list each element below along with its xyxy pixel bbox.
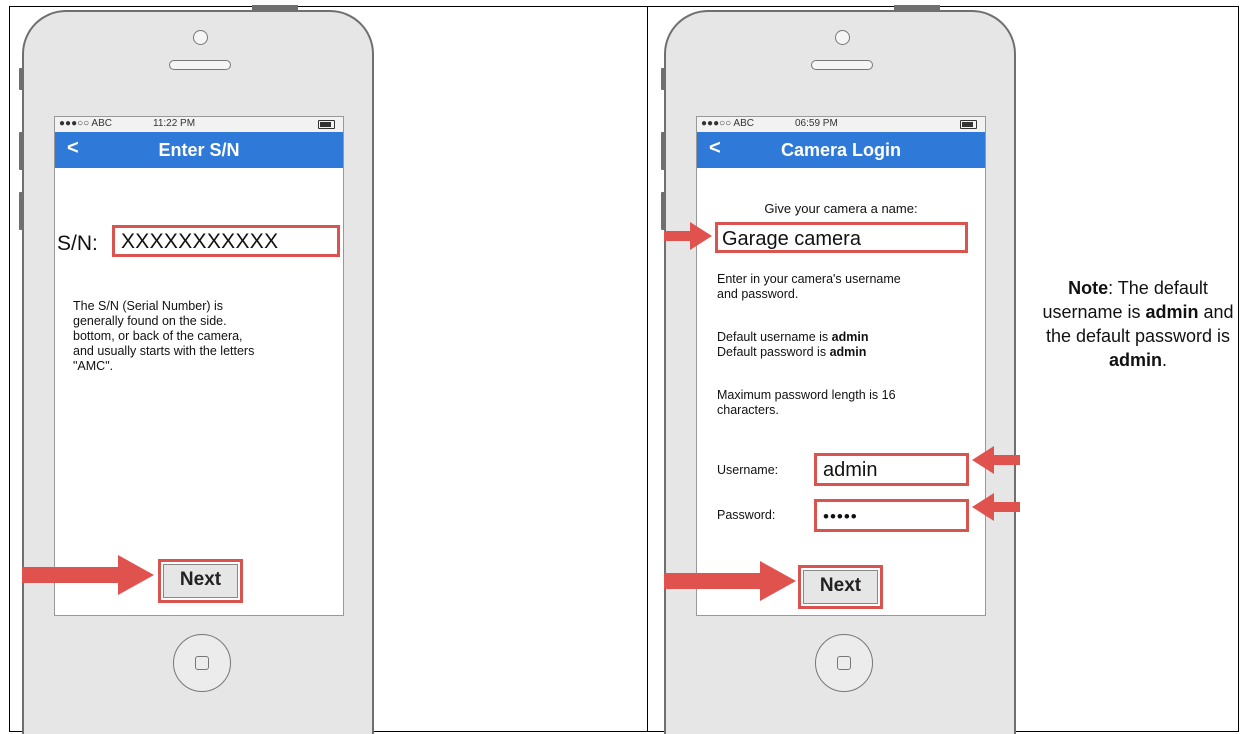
password-label: Password: [717, 508, 776, 522]
help-line: "AMC". [73, 359, 114, 373]
phone-screen: ●●●○○ ABC 11:22 PM < Enter S/N S/N: XXXX… [54, 116, 344, 616]
nav-bar: < Enter S/N [55, 132, 343, 168]
arrow-to-name-icon [664, 222, 712, 250]
battery-icon [318, 120, 335, 129]
default-password-prefix: Default password is [717, 345, 830, 359]
note-password: admin [1108, 350, 1162, 370]
nav-bar: < Camera Login [697, 132, 985, 168]
arrow-to-next-icon [664, 561, 796, 601]
screen-title: Camera Login [780, 140, 902, 160]
power-button [894, 5, 940, 10]
carrier-label: ●●●○○ ABC [59, 118, 112, 129]
front-camera [193, 30, 208, 45]
volume-up-button [19, 132, 24, 170]
username-label: Username: [717, 463, 779, 477]
default-username-prefix: Default username is [717, 330, 832, 344]
status-time: 11:22 PM [153, 118, 196, 129]
help-line: The S/N (Serial Number) is [73, 299, 224, 313]
default-password-line: Default password is admin [717, 345, 977, 360]
arrow-to-username-icon [972, 446, 1020, 474]
name-prompt: Give your camera a name: [764, 201, 918, 216]
home-square-icon [837, 656, 851, 670]
volume-down-button [19, 192, 24, 230]
maxlen-line: characters. [717, 403, 779, 417]
intro-line: Enter in your camera's username [717, 272, 901, 286]
note-text: Note: The default username is admin and … [1038, 276, 1238, 372]
status-bar: ●●●○○ ABC 11:22 PM [55, 117, 343, 132]
next-button-label: Next [803, 570, 878, 604]
note-username: admin [1145, 302, 1199, 322]
username-input[interactable]: admin [814, 453, 969, 486]
login-intro-text: Enter in your camera's username and pass… [717, 272, 977, 302]
phone-mockup-login: ●●●○○ ABC 06:59 PM < Camera Login Give y… [661, 5, 1016, 734]
intro-line: and password. [717, 287, 799, 301]
screen-title: Enter S/N [158, 140, 240, 160]
mute-switch [19, 68, 24, 90]
sn-input[interactable]: XXXXXXXXXXX [112, 225, 340, 257]
password-input[interactable]: ••••• [814, 499, 969, 532]
mute-switch [661, 68, 666, 90]
home-button[interactable] [815, 634, 873, 692]
help-line: bottom, or back of the camera, [73, 329, 243, 343]
next-button[interactable]: Next [798, 565, 883, 609]
speaker-grill [169, 60, 231, 70]
default-password-value: admin [829, 345, 867, 359]
carrier-label: ●●●○○ ABC [701, 118, 754, 129]
password-value: ••••• [823, 507, 858, 526]
help-line: generally found on the side. [73, 314, 227, 328]
next-button-label: Next [163, 564, 238, 598]
default-credentials-text: Default username is admin Default passwo… [717, 330, 977, 360]
maxlen-line: Maximum password length is 16 [717, 388, 896, 402]
speaker-grill [811, 60, 873, 70]
home-button[interactable] [173, 634, 231, 692]
front-camera [835, 30, 850, 45]
power-button [252, 5, 298, 10]
help-line: and usually starts with the letters [73, 344, 255, 358]
password-length-text: Maximum password length is 16 characters… [717, 388, 977, 418]
sn-help-text: The S/N (Serial Number) is generally fou… [73, 299, 338, 374]
default-username-line: Default username is admin [717, 330, 977, 345]
home-square-icon [195, 656, 209, 670]
status-bar: ●●●○○ ABC 06:59 PM [697, 117, 985, 132]
note-label: Note [1068, 278, 1109, 298]
arrow-to-password-icon [972, 493, 1020, 521]
phone-mockup-serial: ●●●○○ ABC 11:22 PM < Enter S/N S/N: XXXX… [19, 5, 374, 734]
arrow-to-next-icon [22, 555, 154, 595]
camera-name-input[interactable]: Garage camera [715, 222, 968, 253]
battery-icon [960, 120, 977, 129]
volume-up-button [661, 132, 666, 170]
next-button[interactable]: Next [158, 559, 243, 603]
username-value: admin [823, 459, 878, 481]
status-time: 06:59 PM [795, 118, 838, 129]
default-username-value: admin [831, 330, 869, 344]
note-part: . [1162, 350, 1168, 370]
sn-label: S/N: [57, 232, 98, 255]
phone-screen: ●●●○○ ABC 06:59 PM < Camera Login Give y… [696, 116, 986, 616]
sn-value: XXXXXXXXXXX [121, 230, 279, 253]
table-divider [647, 7, 648, 731]
camera-name-value: Garage camera [722, 228, 861, 250]
